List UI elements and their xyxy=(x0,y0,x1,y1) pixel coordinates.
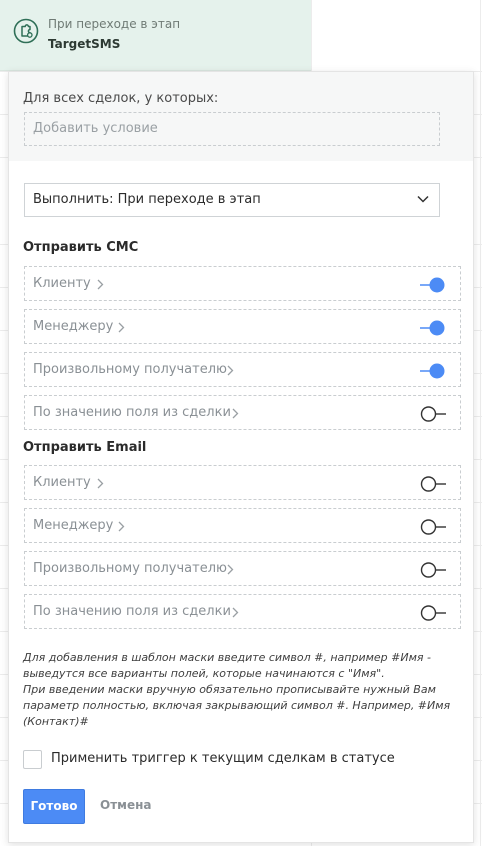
sms-recipient-deal-field[interactable]: По значению поля из сделки xyxy=(24,395,461,430)
chevron-right-icon xyxy=(232,607,239,618)
stage-subtitle: При переходе в этап xyxy=(48,17,181,31)
cancel-button[interactable]: Отмена xyxy=(100,798,152,812)
add-condition-field[interactable]: Добавить условие xyxy=(24,112,440,146)
execute-select-value: Выполнить: При переходе в этап xyxy=(33,192,261,207)
email-recipient-deal-field[interactable]: По значению поля из сделки xyxy=(24,594,461,629)
email-section-title: Отправить Email xyxy=(23,440,147,455)
toggle-on-icon[interactable] xyxy=(420,276,446,294)
sms-section-title: Отправить СМС xyxy=(23,240,139,255)
trigger-settings-panel: Для всех сделок, у которых: Добавить усл… xyxy=(8,71,474,843)
chevron-right-icon xyxy=(227,365,234,376)
stage-title: TargetSMS xyxy=(48,37,121,51)
chevron-right-icon xyxy=(118,521,125,532)
stage-header[interactable]: При переходе в этап TargetSMS xyxy=(0,0,311,71)
row-label: По значению поля из сделки xyxy=(33,604,231,619)
toggle-off-icon[interactable] xyxy=(420,604,446,622)
toggle-off-icon[interactable] xyxy=(420,561,446,579)
row-label: Произвольному получателю xyxy=(33,362,227,377)
mask-hint-text: Для добавления в шаблон маски введите си… xyxy=(23,650,455,730)
execute-select[interactable]: Выполнить: При переходе в этап xyxy=(24,183,440,217)
chevron-right-icon xyxy=(227,564,234,575)
sms-recipient-manager[interactable]: Менеджеру xyxy=(24,309,461,344)
toggle-on-icon[interactable] xyxy=(420,319,446,337)
row-label: Произвольному получателю xyxy=(33,561,227,576)
chevron-right-icon xyxy=(97,478,104,489)
email-recipient-custom[interactable]: Произвольному получателю xyxy=(24,551,461,586)
row-label: Менеджеру xyxy=(33,319,114,334)
chevron-right-icon xyxy=(232,408,239,419)
apply-to-current-checkbox[interactable] xyxy=(23,750,42,769)
conditions-label: Для всех сделок, у которых: xyxy=(23,91,219,106)
chevron-right-icon xyxy=(118,322,125,333)
toggle-off-icon[interactable] xyxy=(420,475,446,493)
conditions-area: Для всех сделок, у которых: Добавить усл… xyxy=(9,72,473,161)
hint-line-2: При введении маски вручную обязательно п… xyxy=(23,683,451,728)
toggle-off-icon[interactable] xyxy=(420,405,446,423)
done-button[interactable]: Готово xyxy=(23,789,85,824)
chevron-down-icon xyxy=(417,195,429,203)
email-recipient-manager[interactable]: Менеджеру xyxy=(24,508,461,543)
sms-recipient-custom[interactable]: Произвольному получателю xyxy=(24,352,461,387)
row-label: Клиенту xyxy=(33,276,91,291)
toggle-on-icon[interactable] xyxy=(420,362,446,380)
apply-to-current-label[interactable]: Применить триггер к текущим сделкам в ст… xyxy=(51,751,395,766)
row-label: Клиенту xyxy=(33,475,91,490)
row-label: Менеджеру xyxy=(33,518,114,533)
email-recipient-client[interactable]: Клиенту xyxy=(24,465,461,500)
toggle-off-icon[interactable] xyxy=(420,518,446,536)
sms-recipient-client[interactable]: Клиенту xyxy=(24,266,461,301)
chevron-right-icon xyxy=(97,279,104,290)
puzzle-gear-icon xyxy=(13,18,39,44)
row-label: По значению поля из сделки xyxy=(33,405,231,420)
hint-line-1: Для добавления в шаблон маски введите си… xyxy=(23,651,431,680)
